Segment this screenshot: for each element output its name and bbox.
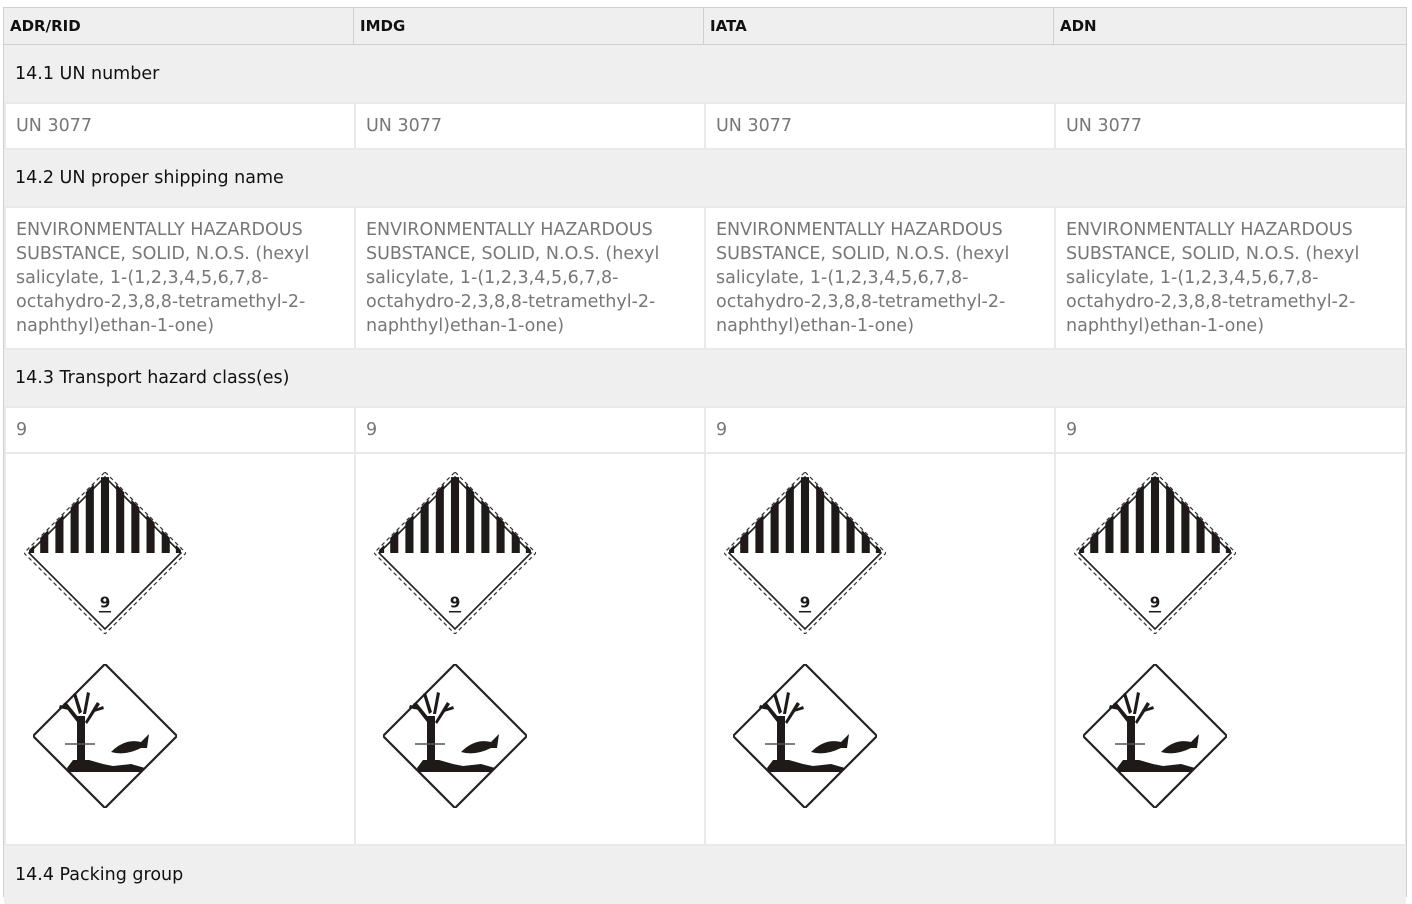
shipping-name-iata: ENVIRONMENTALLY HAZARDOUS SUBSTANCE, SOL… (706, 208, 1054, 348)
un-number-imdg: UN 3077 (356, 104, 704, 148)
environmentally-hazardous-mark-icon (733, 664, 877, 808)
hazard-class-iata: 9 (706, 408, 1054, 452)
table-grid: ADR/RID IMDG IATA ADN 14.1 UN number UN … (4, 8, 1406, 904)
class-9-label-number: 9 (800, 594, 811, 612)
table-header-row: ADR/RID IMDG IATA ADN (4, 8, 1406, 45)
pictograms-adr-rid: 9 (6, 454, 354, 844)
shipping-name-adr-rid: ENVIRONMENTALLY HAZARDOUS SUBSTANCE, SOL… (6, 208, 354, 348)
table-row: UN 3077 UN 3077 UN 3077 UN 3077 (4, 102, 1406, 150)
hazard-class-imdg: 9 (356, 408, 704, 452)
column-header-adr-rid: ADR/RID (4, 8, 354, 44)
shipping-name-adn: ENVIRONMENTALLY HAZARDOUS SUBSTANCE, SOL… (1056, 208, 1405, 348)
section-title-un-number: 14.1 UN number (4, 45, 1406, 102)
hazard-class-adr-rid: 9 (6, 408, 354, 452)
class-9-label-number: 9 (1150, 594, 1161, 612)
pictograms-adn: 9 (1056, 454, 1405, 844)
environmentally-hazardous-mark-icon (383, 664, 527, 808)
un-number-adr-rid: UN 3077 (6, 104, 354, 148)
column-header-adn: ADN (1060, 17, 1097, 35)
hazard-class-adn: 9 (1056, 408, 1405, 452)
class-9-hazard-label-icon: 9 (724, 472, 886, 634)
class-9-label-number: 9 (100, 594, 111, 612)
un-number-adn: UN 3077 (1056, 104, 1405, 148)
column-header-imdg: IMDG (354, 8, 704, 44)
class-9-hazard-label-icon: 9 (374, 472, 536, 634)
section-title-packing-group: 14.4 Packing group (4, 846, 1406, 904)
section-title-hazard-class: 14.3 Transport hazard class(es) (4, 350, 1406, 406)
table-row: ENVIRONMENTALLY HAZARDOUS SUBSTANCE, SOL… (4, 206, 1406, 350)
class-9-label-number: 9 (450, 594, 461, 612)
environmentally-hazardous-mark-icon (33, 664, 177, 808)
shipping-name-imdg: ENVIRONMENTALLY HAZARDOUS SUBSTANCE, SOL… (356, 208, 704, 348)
pictogram-row: 9 9 9 9 (4, 454, 1406, 846)
un-number-iata: UN 3077 (706, 104, 1054, 148)
table-row: 9 9 9 9 (4, 406, 1406, 454)
transport-information-table: ADR/RID IMDG IATA ADN 14.1 UN number UN … (3, 7, 1407, 904)
pictograms-iata: 9 (706, 454, 1054, 844)
column-header-iata: IATA (704, 8, 1054, 44)
environmentally-hazardous-mark-icon (1083, 664, 1227, 808)
section-title-shipping-name: 14.2 UN proper shipping name (4, 150, 1406, 206)
class-9-hazard-label-icon: 9 (24, 472, 186, 634)
class-9-hazard-label-icon: 9 (1074, 472, 1236, 634)
pictograms-imdg: 9 (356, 454, 704, 844)
